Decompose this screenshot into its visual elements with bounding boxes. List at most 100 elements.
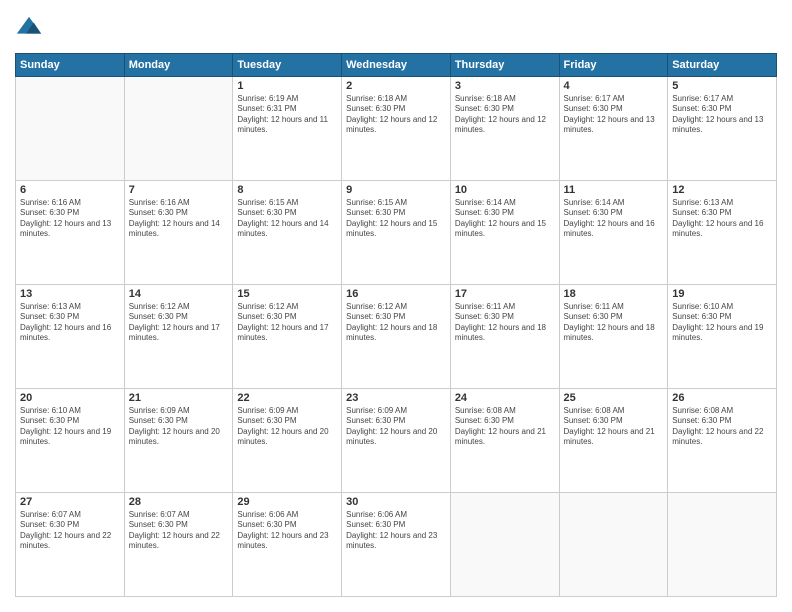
day-info: Sunrise: 6:07 AMSunset: 6:30 PMDaylight:… [20, 510, 120, 552]
day-cell: 19 Sunrise: 6:10 AMSunset: 6:30 PMDayligh… [668, 285, 777, 389]
day-number: 26 [672, 392, 772, 404]
header-row: SundayMondayTuesdayWednesdayThursdayFrid… [16, 54, 777, 77]
day-number: 22 [237, 392, 337, 404]
day-info: Sunrise: 6:14 AMSunset: 6:30 PMDaylight:… [455, 198, 555, 240]
week-row-1: 6Sunrise: 6:16 AMSunset: 6:30 PMDaylight… [16, 181, 777, 285]
day-cell: 18 Sunrise: 6:11 AMSunset: 6:30 PMDayligh… [559, 285, 668, 389]
day-cell: 17 Sunrise: 6:11 AMSunset: 6:30 PMDayligh… [450, 285, 559, 389]
day-info: Sunrise: 6:08 AMSunset: 6:30 PMDaylight:… [455, 406, 555, 448]
day-number: 13 [20, 288, 120, 300]
day-number: 9 [346, 184, 446, 196]
day-number: 2 [346, 80, 446, 92]
logo-icon [15, 15, 43, 43]
day-number: 25 [564, 392, 664, 404]
day-cell: 27Sunrise: 6:07 AMSunset: 6:30 PMDayligh… [16, 493, 125, 597]
day-number: 5 [672, 80, 772, 92]
day-info: Sunrise: 6:13 AMSunset: 6:30 PMDaylight:… [672, 198, 772, 240]
day-cell: 25 Sunrise: 6:08 AMSunset: 6:30 PMDayligh… [559, 389, 668, 493]
day-info: Sunrise: 6:15 AMSunset: 6:30 PMDaylight:… [346, 198, 446, 240]
day-cell: 30 Sunrise: 6:06 AMSunset: 6:30 PMDayligh… [342, 493, 451, 597]
day-info: Sunrise: 6:07 AMSunset: 6:30 PMDaylight:… [129, 510, 229, 552]
header-cell-friday: Friday [559, 54, 668, 77]
day-number: 1 [237, 80, 337, 92]
header-cell-monday: Monday [124, 54, 233, 77]
day-number: 14 [129, 288, 229, 300]
day-info: Sunrise: 6:12 AMSunset: 6:30 PMDaylight:… [237, 302, 337, 344]
day-cell [16, 77, 125, 181]
day-info: Sunrise: 6:18 AMSunset: 6:30 PMDaylight:… [455, 94, 555, 136]
week-row-4: 27Sunrise: 6:07 AMSunset: 6:30 PMDayligh… [16, 493, 777, 597]
header [15, 15, 777, 43]
day-info: Sunrise: 6:16 AMSunset: 6:30 PMDaylight:… [20, 198, 120, 240]
day-number: 29 [237, 496, 337, 508]
day-cell: 8 Sunrise: 6:15 AMSunset: 6:30 PMDaylight… [233, 181, 342, 285]
day-cell: 24 Sunrise: 6:08 AMSunset: 6:30 PMDayligh… [450, 389, 559, 493]
day-info: Sunrise: 6:09 AMSunset: 6:30 PMDaylight:… [346, 406, 446, 448]
calendar-table: SundayMondayTuesdayWednesdayThursdayFrid… [15, 53, 777, 597]
calendar-body: 1 Sunrise: 6:19 AMSunset: 6:31 PMDaylight… [16, 77, 777, 597]
day-cell: 14 Sunrise: 6:12 AMSunset: 6:30 PMDayligh… [124, 285, 233, 389]
day-number: 28 [129, 496, 229, 508]
day-cell: 2 Sunrise: 6:18 AMSunset: 6:30 PMDaylight… [342, 77, 451, 181]
day-info: Sunrise: 6:06 AMSunset: 6:30 PMDaylight:… [237, 510, 337, 552]
day-cell: 9 Sunrise: 6:15 AMSunset: 6:30 PMDaylight… [342, 181, 451, 285]
day-cell: 11 Sunrise: 6:14 AMSunset: 6:30 PMDayligh… [559, 181, 668, 285]
day-number: 15 [237, 288, 337, 300]
day-cell: 23 Sunrise: 6:09 AMSunset: 6:30 PMDayligh… [342, 389, 451, 493]
day-cell: 5Sunrise: 6:17 AMSunset: 6:30 PMDaylight… [668, 77, 777, 181]
day-info: Sunrise: 6:16 AMSunset: 6:30 PMDaylight:… [129, 198, 229, 240]
day-info: Sunrise: 6:06 AMSunset: 6:30 PMDaylight:… [346, 510, 446, 552]
day-cell: 13 Sunrise: 6:13 AMSunset: 6:30 PMDayligh… [16, 285, 125, 389]
header-cell-sunday: Sunday [16, 54, 125, 77]
week-row-3: 20Sunrise: 6:10 AMSunset: 6:30 PMDayligh… [16, 389, 777, 493]
day-number: 17 [455, 288, 555, 300]
day-cell [668, 493, 777, 597]
day-info: Sunrise: 6:11 AMSunset: 6:30 PMDaylight:… [564, 302, 664, 344]
day-cell: 4 Sunrise: 6:17 AMSunset: 6:30 PMDaylight… [559, 77, 668, 181]
day-number: 30 [346, 496, 446, 508]
day-cell: 29 Sunrise: 6:06 AMSunset: 6:30 PMDayligh… [233, 493, 342, 597]
day-info: Sunrise: 6:12 AMSunset: 6:30 PMDaylight:… [129, 302, 229, 344]
day-cell: 3Sunrise: 6:18 AMSunset: 6:30 PMDaylight… [450, 77, 559, 181]
day-number: 8 [237, 184, 337, 196]
day-cell: 16 Sunrise: 6:12 AMSunset: 6:30 PMDayligh… [342, 285, 451, 389]
day-info: Sunrise: 6:11 AMSunset: 6:30 PMDaylight:… [455, 302, 555, 344]
day-number: 7 [129, 184, 229, 196]
day-cell: 20Sunrise: 6:10 AMSunset: 6:30 PMDayligh… [16, 389, 125, 493]
day-info: Sunrise: 6:14 AMSunset: 6:30 PMDaylight:… [564, 198, 664, 240]
day-cell: 7 Sunrise: 6:16 AMSunset: 6:30 PMDaylight… [124, 181, 233, 285]
day-cell: 1 Sunrise: 6:19 AMSunset: 6:31 PMDaylight… [233, 77, 342, 181]
logo [15, 15, 47, 43]
day-number: 21 [129, 392, 229, 404]
day-info: Sunrise: 6:19 AMSunset: 6:31 PMDaylight:… [237, 94, 337, 136]
day-cell: 26Sunrise: 6:08 AMSunset: 6:30 PMDayligh… [668, 389, 777, 493]
day-info: Sunrise: 6:09 AMSunset: 6:30 PMDaylight:… [129, 406, 229, 448]
day-cell: 22 Sunrise: 6:09 AMSunset: 6:30 PMDayligh… [233, 389, 342, 493]
day-cell: 6Sunrise: 6:16 AMSunset: 6:30 PMDaylight… [16, 181, 125, 285]
day-info: Sunrise: 6:17 AMSunset: 6:30 PMDaylight:… [564, 94, 664, 136]
day-number: 10 [455, 184, 555, 196]
day-cell: 21 Sunrise: 6:09 AMSunset: 6:30 PMDayligh… [124, 389, 233, 493]
day-cell [124, 77, 233, 181]
day-info: Sunrise: 6:08 AMSunset: 6:30 PMDaylight:… [564, 406, 664, 448]
day-info: Sunrise: 6:15 AMSunset: 6:30 PMDaylight:… [237, 198, 337, 240]
day-number: 11 [564, 184, 664, 196]
day-number: 12 [672, 184, 772, 196]
day-cell: 15 Sunrise: 6:12 AMSunset: 6:30 PMDayligh… [233, 285, 342, 389]
day-info: Sunrise: 6:10 AMSunset: 6:30 PMDaylight:… [672, 302, 772, 344]
day-cell: 12 Sunrise: 6:13 AMSunset: 6:30 PMDayligh… [668, 181, 777, 285]
day-info: Sunrise: 6:10 AMSunset: 6:30 PMDaylight:… [20, 406, 120, 448]
day-number: 4 [564, 80, 664, 92]
day-info: Sunrise: 6:09 AMSunset: 6:30 PMDaylight:… [237, 406, 337, 448]
header-cell-thursday: Thursday [450, 54, 559, 77]
day-info: Sunrise: 6:12 AMSunset: 6:30 PMDaylight:… [346, 302, 446, 344]
day-number: 18 [564, 288, 664, 300]
day-info: Sunrise: 6:18 AMSunset: 6:30 PMDaylight:… [346, 94, 446, 136]
week-row-0: 1 Sunrise: 6:19 AMSunset: 6:31 PMDaylight… [16, 77, 777, 181]
day-number: 19 [672, 288, 772, 300]
day-number: 16 [346, 288, 446, 300]
day-info: Sunrise: 6:13 AMSunset: 6:30 PMDaylight:… [20, 302, 120, 344]
header-cell-saturday: Saturday [668, 54, 777, 77]
day-number: 23 [346, 392, 446, 404]
day-number: 24 [455, 392, 555, 404]
